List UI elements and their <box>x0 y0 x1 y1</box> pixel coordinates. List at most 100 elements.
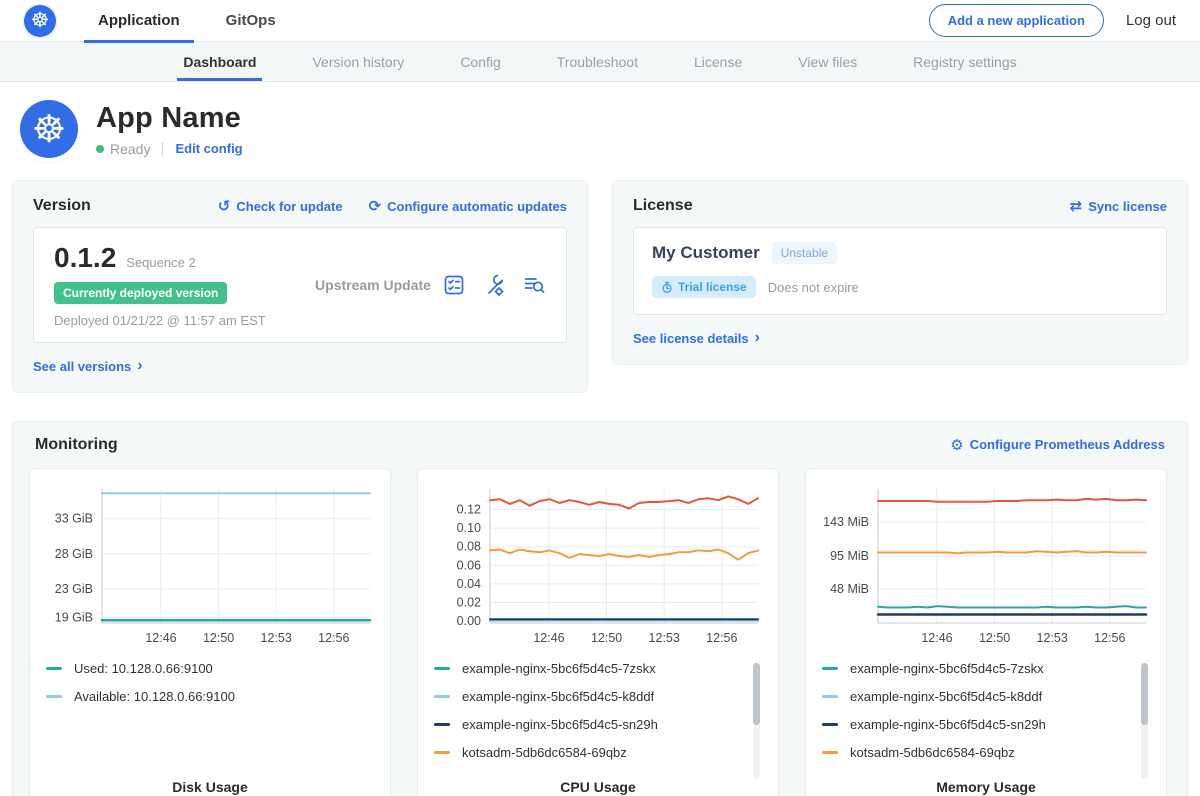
see-license-details-link[interactable]: See license details › <box>633 329 760 347</box>
legend-scrollbar <box>1141 663 1148 779</box>
subnav-registry-settings[interactable]: Registry settings <box>885 42 1044 81</box>
svg-text:23 GiB: 23 GiB <box>55 582 93 596</box>
legend-color-dash <box>434 667 450 670</box>
svg-text:0.00: 0.00 <box>457 614 481 628</box>
svg-text:12:53: 12:53 <box>1037 631 1068 645</box>
sync-license-link[interactable]: ⇄ Sync license <box>1070 197 1167 215</box>
version-number: 0.1.2 <box>54 242 116 274</box>
gear-icon: ⚙ <box>950 436 963 454</box>
subnav-version-history[interactable]: Version history <box>284 42 432 81</box>
deployed-timestamp: Deployed 01/21/22 @ 11:57 am EST <box>54 313 304 328</box>
legend-label: example-nginx-5bc6f5d4c5-k8ddf <box>850 689 1042 704</box>
legend-item: Available: 10.128.0.66:9100 <box>46 689 356 704</box>
monitoring-card: Monitoring ⚙ Configure Prometheus Addres… <box>12 421 1188 796</box>
legend-scrollbar <box>753 663 760 779</box>
license-card-title: License <box>633 197 1044 215</box>
tab-gitops-label: GitOps <box>226 12 276 29</box>
channel-badge: Unstable <box>772 242 837 264</box>
subnav-config[interactable]: Config <box>432 42 528 81</box>
preflight-checks-icon[interactable] <box>442 273 466 297</box>
app-subnav: Dashboard Version history Config Trouble… <box>0 42 1200 82</box>
legend-color-dash <box>434 723 450 726</box>
sync-arrows-icon: ⇄ <box>1070 197 1083 215</box>
legend-label: example-nginx-5bc6f5d4c5-7zskx <box>462 661 656 676</box>
version-sequence: Sequence 2 <box>126 255 195 270</box>
check-for-update-link[interactable]: ↺ Check for update <box>218 197 343 215</box>
svg-text:12:46: 12:46 <box>533 631 564 645</box>
version-card: Version ↺ Check for update ⟳ Configure a… <box>12 180 588 393</box>
disk-usage-chart-panel: 19 GiB23 GiB28 GiB33 GiB12:4612:5012:531… <box>29 468 391 796</box>
subnav-troubleshoot[interactable]: Troubleshoot <box>529 42 666 81</box>
svg-text:0.02: 0.02 <box>457 595 481 609</box>
edit-config-link[interactable]: Edit config <box>175 141 242 156</box>
add-new-application-button[interactable]: Add a new application <box>929 4 1104 37</box>
svg-text:48 MiB: 48 MiB <box>830 582 869 596</box>
svg-text:0.04: 0.04 <box>457 576 481 590</box>
legend-label: kotsadm-5db6dc6584-69qbz <box>462 745 627 760</box>
svg-text:12:53: 12:53 <box>649 631 680 645</box>
legend-item: example-nginx-5bc6f5d4c5-k8ddf <box>434 689 744 704</box>
legend-color-dash <box>822 695 838 698</box>
chevron-right-icon: › <box>137 357 142 375</box>
legend-scrollbar-thumb[interactable] <box>1141 663 1148 725</box>
logout-button[interactable]: Log out <box>1126 12 1176 29</box>
deploy-logs-icon[interactable] <box>522 273 546 297</box>
legend-color-dash <box>822 723 838 726</box>
svg-text:0.10: 0.10 <box>457 521 481 535</box>
svg-text:12:56: 12:56 <box>318 631 349 645</box>
subnav-view-files[interactable]: View files <box>770 42 885 81</box>
svg-text:12:50: 12:50 <box>979 631 1010 645</box>
svg-text:12:50: 12:50 <box>591 631 622 645</box>
svg-text:95 MiB: 95 MiB <box>830 549 869 563</box>
customer-name: My Customer <box>652 243 760 263</box>
edit-config-icon[interactable] <box>482 273 506 297</box>
subnav-dashboard[interactable]: Dashboard <box>155 42 284 81</box>
legend-item: example-nginx-5bc6f5d4c5-sn29h <box>434 717 744 732</box>
app-header: ☸ App Name Ready Edit config <box>0 82 1200 168</box>
monitoring-title: Monitoring <box>35 436 950 454</box>
chart-title: Disk Usage <box>46 773 374 796</box>
svg-text:0.12: 0.12 <box>457 502 481 516</box>
svg-text:12:56: 12:56 <box>706 631 737 645</box>
svg-text:12:46: 12:46 <box>145 631 176 645</box>
memory-usage-legend: example-nginx-5bc6f5d4c5-7zskx example-ng… <box>822 661 1150 773</box>
subnav-license[interactable]: License <box>666 42 770 81</box>
legend-item: kotsadm-5db6dc6584-69qbz <box>822 745 1132 760</box>
legend-color-dash <box>822 751 838 754</box>
cpu-usage-chart-panel: 0.000.020.040.060.080.100.1212:4612:5012… <box>417 468 779 796</box>
legend-item: example-nginx-5bc6f5d4c5-7zskx <box>434 661 744 676</box>
svg-text:143 MiB: 143 MiB <box>823 515 869 529</box>
see-all-versions-link[interactable]: See all versions › <box>33 357 143 375</box>
legend-label: example-nginx-5bc6f5d4c5-sn29h <box>462 717 658 732</box>
svg-text:28 GiB: 28 GiB <box>55 546 93 560</box>
legend-label: kotsadm-5db6dc6584-69qbz <box>850 745 1015 760</box>
tab-gitops[interactable]: GitOps <box>212 0 290 42</box>
configure-automatic-updates-link[interactable]: ⟳ Configure automatic updates <box>369 197 567 215</box>
currently-deployed-badge: Currently deployed version <box>54 282 227 304</box>
stopwatch-icon <box>661 281 673 294</box>
cpu-usage-chart: 0.000.020.040.060.080.100.1212:4612:5012… <box>434 481 762 649</box>
legend-label: Available: 10.128.0.66:9100 <box>74 689 235 704</box>
legend-label: example-nginx-5bc6f5d4c5-7zskx <box>850 661 1044 676</box>
legend-color-dash <box>434 695 450 698</box>
svg-text:19 GiB: 19 GiB <box>55 610 93 624</box>
legend-item: Used: 10.128.0.66:9100 <box>46 661 356 676</box>
legend-item: example-nginx-5bc6f5d4c5-7zskx <box>822 661 1132 676</box>
clock-refresh-icon: ⟳ <box>369 197 382 215</box>
tab-application-label: Application <box>98 12 180 29</box>
svg-text:12:50: 12:50 <box>203 631 234 645</box>
app-logo-icon: ☸ <box>20 100 78 158</box>
configure-prometheus-link[interactable]: ⚙ Configure Prometheus Address <box>950 436 1165 454</box>
memory-usage-chart: 48 MiB95 MiB143 MiB12:4612:5012:5312:56 <box>822 481 1150 649</box>
tab-application[interactable]: Application <box>84 0 194 42</box>
legend-color-dash <box>434 751 450 754</box>
disk-usage-chart: 19 GiB23 GiB28 GiB33 GiB12:4612:5012:531… <box>46 481 374 649</box>
legend-color-dash <box>46 695 62 698</box>
chart-title: Memory Usage <box>822 773 1150 796</box>
legend-scrollbar-thumb[interactable] <box>753 663 760 725</box>
chart-title: CPU Usage <box>434 773 762 796</box>
legend-label: example-nginx-5bc6f5d4c5-k8ddf <box>462 689 654 704</box>
kubernetes-logo-icon[interactable]: ☸ <box>24 5 56 37</box>
legend-color-dash <box>46 667 62 670</box>
version-card-title: Version <box>33 197 192 215</box>
